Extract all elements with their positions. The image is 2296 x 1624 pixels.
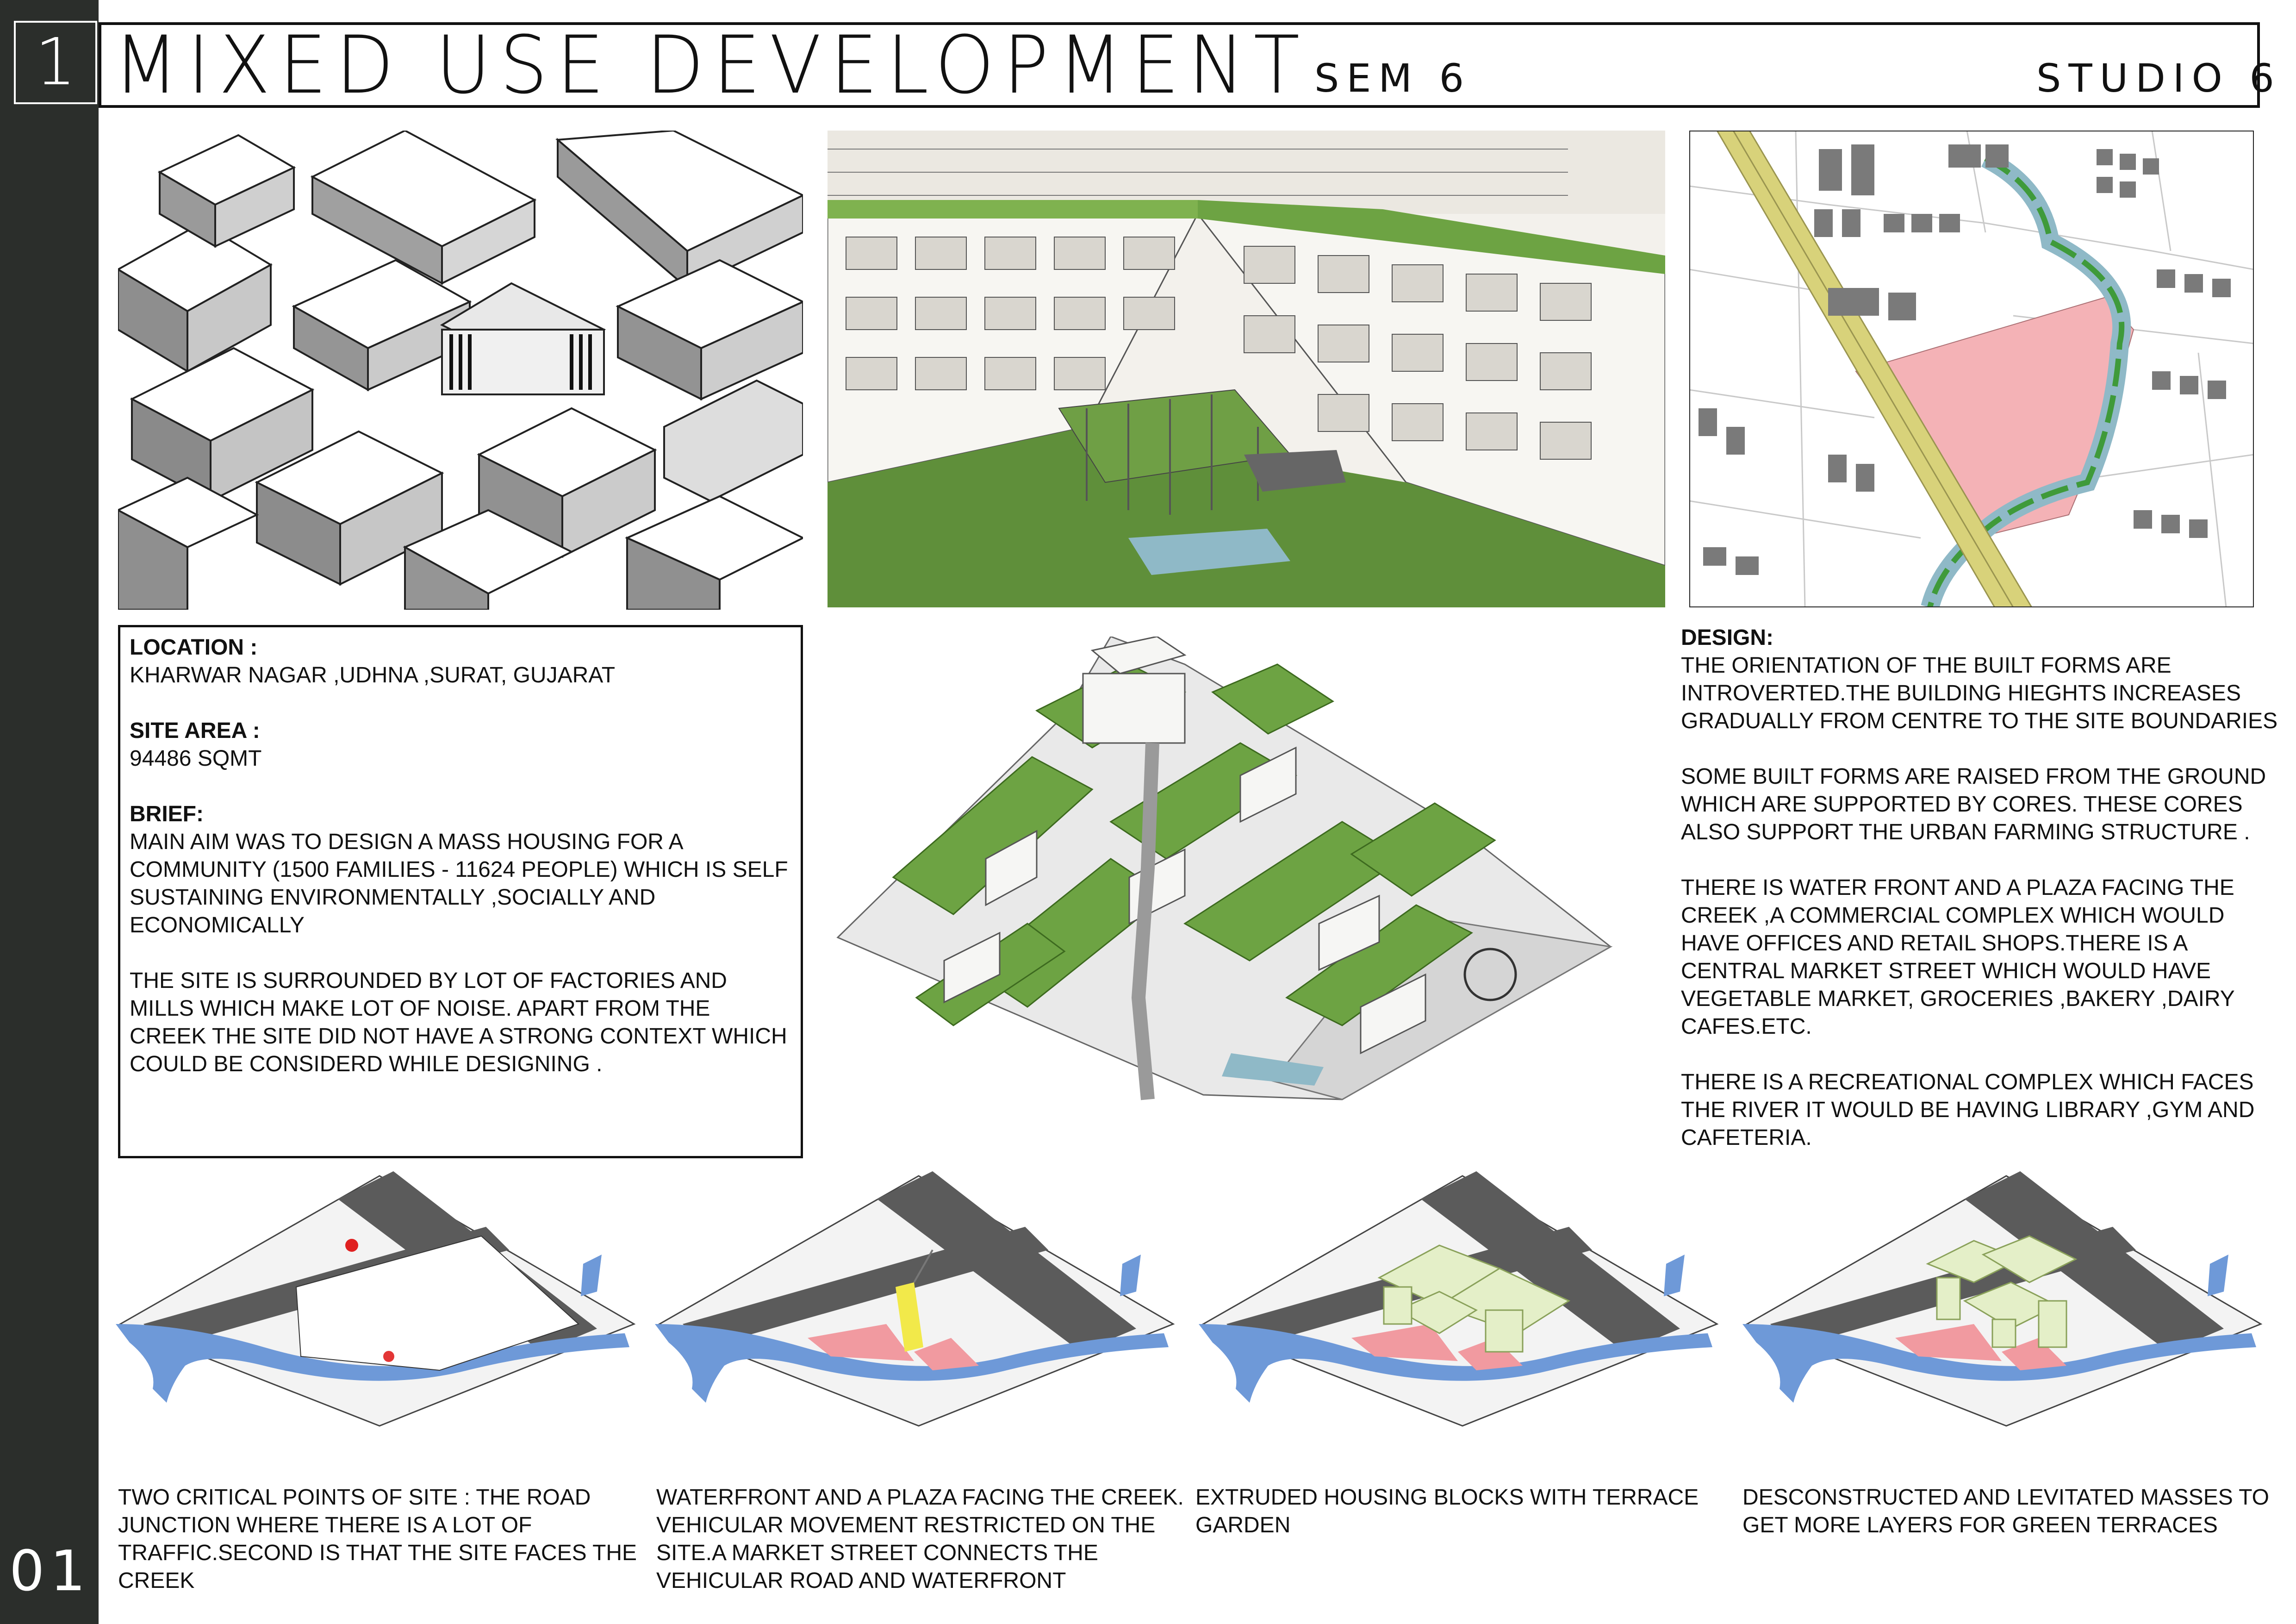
diagram-critical-points [116, 1171, 643, 1430]
design-paragraph-1: THE ORIENTATION OF THE BUILT FORMS ARE I… [1681, 653, 2278, 733]
studio-label: STUDIO 6 [2036, 56, 2282, 101]
massing-model-image [118, 131, 803, 610]
page-title: MIXED USE DEVELOPMENT [113, 19, 1309, 112]
site-area-value: 94486 SQMT [130, 746, 262, 771]
design-paragraph-2: SOME BUILT FORMS ARE RAISED FROM THE GRO… [1681, 764, 2266, 844]
site-map-image [1689, 131, 2254, 607]
semester-label: SEM 6 [1314, 56, 1472, 101]
design-paragraph-3: THERE IS WATER FRONT AND A PLAZA FACING … [1681, 875, 2234, 1039]
diagram-levitated-masses [1742, 1171, 2270, 1430]
site-area-label: SITE AREA : [130, 718, 260, 743]
courtyard-perspective-image [828, 131, 1665, 607]
caption-extruded-blocks: EXTRUDED HOUSING BLOCKS WITH TERRACE GAR… [1195, 1485, 1699, 1537]
sheet-number: 1 [35, 25, 76, 100]
brief-paragraph-1: MAIN AIM WAS TO DESIGN A MASS HOUSING FO… [130, 830, 788, 937]
page-number: 01 [9, 1539, 91, 1604]
sidebar [0, 0, 99, 1624]
design-description: DESIGN: THE ORIENTATION OF THE BUILT FOR… [1681, 624, 2287, 1152]
location-label: LOCATION : [130, 635, 258, 660]
aerial-development-image [833, 637, 1666, 1104]
caption-critical-points: TWO CRITICAL POINTS OF SITE : THE ROAD J… [118, 1485, 637, 1593]
project-info-box: LOCATION : KHARWAR NAGAR ,UDHNA ,SURAT, … [118, 625, 803, 1158]
diagram-extruded-blocks [1199, 1171, 1726, 1430]
design-paragraph-4: THERE IS A RECREATIONAL COMPLEX WHICH FA… [1681, 1070, 2255, 1150]
caption-levitated-masses: DESCONSTRUCTED AND LEVITATED MASSES TO G… [1742, 1485, 2269, 1537]
diagram-waterfront-plaza [655, 1171, 1182, 1430]
location-value: KHARWAR NAGAR ,UDHNA ,SURAT, GUJARAT [130, 663, 616, 687]
caption-waterfront-plaza: WATERFRONT AND A PLAZA FACING THE CREEK.… [656, 1485, 1184, 1593]
brief-paragraph-2: THE SITE IS SURROUNDED BY LOT OF FACTORI… [130, 968, 787, 1076]
brief-label: BRIEF: [130, 802, 204, 826]
design-label: DESIGN: [1681, 625, 1774, 650]
